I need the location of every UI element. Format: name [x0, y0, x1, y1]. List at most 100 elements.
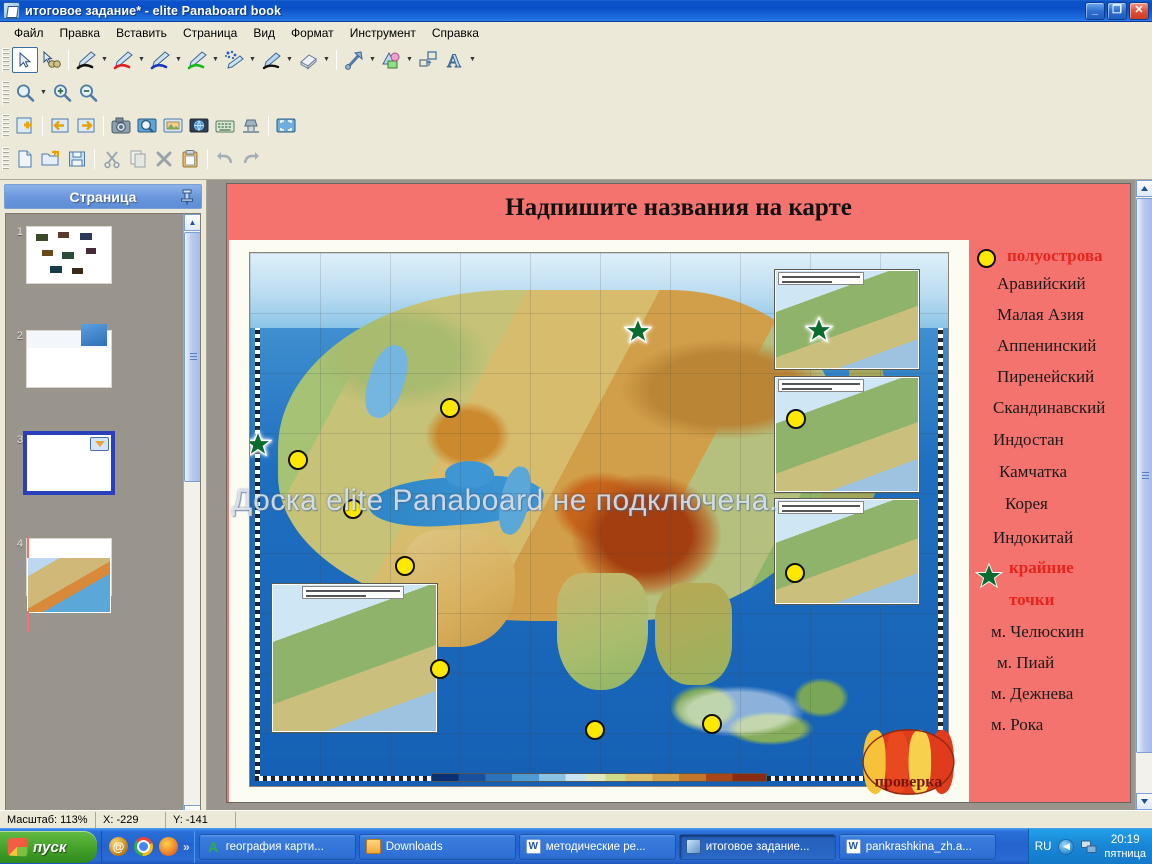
map-marker-circle[interactable] — [786, 409, 806, 429]
zoom-tool[interactable] — [12, 80, 38, 106]
new-page-button[interactable] — [12, 113, 38, 139]
spotlight-button[interactable] — [238, 113, 264, 139]
toolbar-grip[interactable] — [2, 146, 9, 171]
text-tool[interactable]: A — [441, 47, 467, 73]
chrome-icon[interactable] — [134, 837, 153, 856]
save-file-button[interactable] — [64, 146, 90, 172]
menu-item-edit[interactable]: Правка — [52, 24, 109, 42]
scroll-down-button[interactable] — [1136, 793, 1152, 810]
minimize-button[interactable]: _ — [1085, 1, 1105, 20]
page-thumbnail-3[interactable]: 3 — [14, 431, 115, 495]
quick-launch-more-button[interactable]: » — [183, 840, 190, 854]
highlighter-tool[interactable] — [258, 47, 284, 73]
stamp-pen-tool[interactable] — [221, 47, 247, 73]
pin-icon[interactable] — [180, 189, 194, 205]
toolbar-grip[interactable] — [2, 47, 9, 72]
task-button-pankrashkina[interactable]: W pankrashkina_zh.a... — [838, 833, 996, 860]
eraser-tool[interactable] — [295, 47, 321, 73]
transform-tool[interactable] — [415, 47, 441, 73]
page-thumbnail-list[interactable]: 1 2 3 4 ▲ — [5, 213, 201, 823]
page-thumbnail-1[interactable]: 1 — [14, 226, 112, 284]
zoom-out-button[interactable] — [75, 80, 101, 106]
map-marker-circle[interactable] — [343, 499, 363, 519]
zoom-in-button[interactable] — [49, 80, 75, 106]
map-marker-circle[interactable] — [288, 450, 308, 470]
page-thumbnail-menu-button[interactable] — [90, 437, 109, 451]
cut-button[interactable] — [99, 146, 125, 172]
insert-image-button[interactable] — [160, 113, 186, 139]
page-content[interactable]: Надпишите названия на карте проверка пол… — [226, 183, 1131, 803]
on-screen-keyboard-button[interactable] — [212, 113, 238, 139]
firefox-icon[interactable] — [159, 837, 178, 856]
insert-media-button[interactable] — [186, 113, 212, 139]
shape-tool[interactable] — [378, 47, 404, 73]
menu-item-format[interactable]: Формат — [283, 24, 342, 42]
paste-button[interactable] — [177, 146, 203, 172]
tray-clock[interactable]: 20:19 пятница — [1104, 833, 1146, 861]
map-marker-star[interactable] — [249, 430, 272, 458]
thumbnail-scrollbar[interactable]: ▲ ▼ — [183, 214, 200, 822]
document-canvas-area[interactable]: Надпишите названия на карте проверка пол… — [207, 180, 1152, 810]
undo-button[interactable] — [212, 146, 238, 172]
map-marker-circle[interactable] — [785, 563, 805, 583]
next-page-button[interactable] — [73, 113, 99, 139]
mail-at-icon[interactable] — [109, 837, 128, 856]
pen-black-dropdown[interactable]: ▼ — [99, 47, 110, 73]
page-thumbnail-2[interactable]: 2 — [14, 324, 112, 388]
thumbnail-scroll-up-button[interactable]: ▲ — [184, 214, 200, 231]
task-button-methodical[interactable]: W методические ре... — [518, 833, 676, 860]
stamp-pen-dropdown[interactable]: ▼ — [247, 47, 258, 73]
camera-capture-button[interactable] — [108, 113, 134, 139]
new-file-button[interactable] — [12, 146, 38, 172]
redo-button[interactable] — [238, 146, 264, 172]
menu-item-insert[interactable]: Вставить — [108, 24, 175, 42]
shape-dropdown[interactable]: ▼ — [404, 47, 415, 73]
line-arrow-dropdown[interactable]: ▼ — [367, 47, 378, 73]
map-marker-circle[interactable] — [702, 714, 722, 734]
menu-item-file[interactable]: Файл — [6, 24, 52, 42]
pen-green-tool[interactable] — [184, 47, 210, 73]
language-indicator[interactable]: RU — [1035, 841, 1052, 853]
map-marker-circle[interactable] — [440, 398, 460, 418]
pen-green-dropdown[interactable]: ▼ — [210, 47, 221, 73]
map-marker-star[interactable] — [624, 317, 652, 345]
open-file-button[interactable] — [38, 146, 64, 172]
pen-blue-tool[interactable] — [147, 47, 173, 73]
start-button[interactable]: пуск — [0, 831, 97, 863]
line-arrow-tool[interactable] — [341, 47, 367, 73]
pen-red-dropdown[interactable]: ▼ — [136, 47, 147, 73]
map-marker-star[interactable] — [805, 316, 833, 344]
menu-item-view[interactable]: Вид — [245, 24, 283, 42]
document-vertical-scrollbar[interactable] — [1135, 180, 1152, 810]
fullscreen-button[interactable] — [273, 113, 299, 139]
map-marker-circle[interactable] — [395, 556, 415, 576]
pen-red-tool[interactable] — [110, 47, 136, 73]
eraser-dropdown[interactable]: ▼ — [321, 47, 332, 73]
screen-capture-button[interactable] — [134, 113, 160, 139]
tray-expand-icon[interactable]: ◀ — [1058, 838, 1075, 855]
task-button-final-assignment[interactable]: итоговое задание... — [678, 833, 836, 860]
close-button[interactable]: ✕ — [1129, 1, 1149, 20]
text-dropdown[interactable]: ▼ — [467, 47, 478, 73]
map-marker-circle[interactable] — [430, 659, 450, 679]
menu-item-page[interactable]: Страница — [175, 24, 245, 42]
scroll-thumb[interactable] — [1136, 198, 1152, 753]
zoom-dropdown[interactable]: ▼ — [38, 80, 49, 106]
network-icon[interactable] — [1081, 840, 1097, 854]
highlighter-dropdown[interactable]: ▼ — [284, 47, 295, 73]
page-thumbnail-4[interactable]: 4 — [14, 537, 112, 632]
restore-button[interactable]: ❐ — [1107, 1, 1127, 20]
delete-button[interactable] — [151, 146, 177, 172]
pen-blue-dropdown[interactable]: ▼ — [173, 47, 184, 73]
pointer-pair-tool[interactable] — [38, 47, 64, 73]
menu-item-help[interactable]: Справка — [424, 24, 487, 42]
select-pointer-tool[interactable] — [12, 46, 38, 73]
map-marker-circle[interactable] — [585, 720, 605, 740]
menu-item-tools[interactable]: Инструмент — [342, 24, 424, 42]
thumbnail-scroll-thumb[interactable] — [184, 232, 200, 482]
task-button-geography[interactable]: A география карти... — [198, 833, 356, 860]
task-button-downloads[interactable]: Downloads — [358, 833, 516, 860]
copy-button[interactable] — [125, 146, 151, 172]
toolbar-grip[interactable] — [2, 80, 9, 105]
pen-black-tool[interactable] — [73, 47, 99, 73]
